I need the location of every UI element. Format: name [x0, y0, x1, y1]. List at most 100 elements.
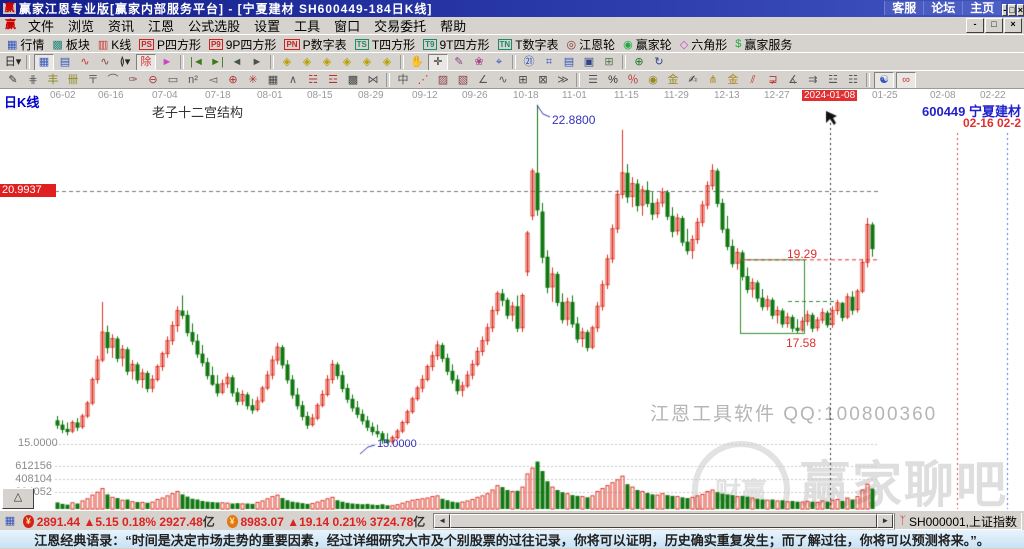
hexagon-button[interactable]: ◇ 六角形 — [676, 36, 731, 52]
expand-pane-button[interactable]: △ — [2, 488, 34, 509]
menu-item-9[interactable]: 帮助 — [433, 19, 473, 34]
triangle-icon[interactable]: ◅ — [204, 73, 222, 88]
main-chart-icon[interactable]: ∿ — [76, 55, 94, 70]
target-tool-icon[interactable]: ⌖ — [490, 55, 508, 70]
gann-diamond-6-icon[interactable]: ◈ — [378, 55, 396, 70]
minimize-button[interactable]: - — [966, 18, 984, 33]
refresh-icon[interactable]: ↻ — [650, 55, 668, 70]
t9-square-button[interactable]: T9 9T四方形 — [419, 36, 493, 52]
golden-section-icon[interactable]: 金 — [664, 73, 682, 88]
scroll-right-icon[interactable]: ► — [877, 514, 894, 528]
channel-icon[interactable]: ⇉ — [804, 73, 822, 88]
first-page-icon[interactable]: |◄ — [188, 55, 206, 70]
polyline-icon[interactable]: ✑ — [124, 73, 142, 88]
menu-item-7[interactable]: 窗口 — [327, 19, 367, 34]
period-label[interactable]: 日K线 — [4, 92, 39, 111]
close-button[interactable]: × — [1004, 18, 1022, 33]
measure-icon[interactable]: ⋈ — [364, 73, 382, 88]
gann-grid-icon[interactable]: ⋕ — [24, 73, 42, 88]
menu-item-2[interactable]: 资讯 — [101, 19, 141, 34]
market-grid-icon[interactable]: ▦ — [1, 514, 19, 529]
shaded-box-icon[interactable]: ▨ — [434, 73, 452, 88]
menu-item-1[interactable]: 浏览 — [61, 19, 101, 34]
sz-index-quote[interactable]: 8983.07 ▲19.14 0.21% 3724.78亿 — [241, 513, 426, 530]
current-symbol-panel[interactable]: ᛉ SH000001,上证指数 — [894, 512, 1023, 530]
chart-export-icon[interactable]: ⊞ — [600, 55, 618, 70]
zoom-tool-icon[interactable]: ❀ — [470, 55, 488, 70]
wave-icon[interactable]: ∿ — [494, 73, 512, 88]
menu-item-5[interactable]: 设置 — [247, 19, 287, 34]
brush-icon[interactable]: ✍ — [684, 73, 702, 88]
gold-box-icon[interactable]: 金 — [724, 73, 742, 88]
golden-circle-icon[interactable]: ◉ — [644, 73, 662, 88]
crosshair-icon[interactable]: ✛ — [428, 53, 448, 71]
gann-diamond-2-icon[interactable]: ◈ — [298, 55, 316, 70]
horizontal-line-icon[interactable]: 〒 — [84, 73, 102, 88]
speed-line-icon[interactable]: ∡ — [784, 73, 802, 88]
hexagram-icon[interactable]: ☰ — [584, 73, 602, 88]
pen-tool-icon[interactable]: ✎ — [450, 55, 468, 70]
t-square-button[interactable]: TS T四方形 — [351, 36, 420, 52]
multi-line-icon[interactable]: ≫ — [554, 73, 572, 88]
time-grid-icon[interactable]: 卌 — [64, 73, 82, 88]
grid-box-icon[interactable]: ▦ — [264, 73, 282, 88]
minimize-button[interactable]: - — [1002, 3, 1008, 16]
gann-diamond-3-icon[interactable]: ◈ — [318, 55, 336, 70]
menu-item-3[interactable]: 江恩 — [141, 19, 181, 34]
kline-window-icon[interactable]: ▦ — [34, 53, 54, 71]
percent-icon[interactable]: % — [604, 73, 622, 88]
t-number-button[interactable]: TN T数字表 — [494, 36, 563, 52]
pitchfork-icon[interactable]: ⋔ — [704, 73, 722, 88]
infinity-icon[interactable]: ∞ — [896, 71, 916, 89]
trigram2-icon[interactable]: ☷ — [844, 73, 862, 88]
horizontal-scrollbar[interactable]: ◄ ► — [433, 513, 895, 529]
parallel-lines-icon[interactable]: ⫽ — [744, 73, 762, 88]
calculator-icon[interactable]: ⌗ — [540, 55, 558, 70]
color-style-icon[interactable]: ► — [158, 55, 176, 70]
gann-diamond-4-icon[interactable]: ◈ — [338, 55, 356, 70]
time-cycle-icon[interactable]: ☵ — [304, 73, 322, 88]
title-link-0[interactable]: 客服 — [884, 1, 924, 15]
dense-grid-icon[interactable]: ▩ — [344, 73, 362, 88]
center-line-icon[interactable]: 中 — [394, 73, 412, 88]
taiji-icon[interactable]: ☯ — [874, 71, 894, 89]
gann-diamond-1-icon[interactable]: ◈ — [278, 55, 296, 70]
shaded-box2-icon[interactable]: ▧ — [454, 73, 472, 88]
title-link-1[interactable]: 论坛 — [923, 1, 963, 15]
info-panel-icon[interactable]: ▤ — [56, 55, 74, 70]
winner-service-button[interactable]: $ 赢家服务 — [731, 36, 796, 52]
scroll-left-icon[interactable]: ◄ — [434, 514, 451, 528]
ellipse-icon[interactable]: ⊖ — [144, 73, 162, 88]
download-data-icon[interactable]: ⊕ — [630, 55, 648, 70]
ex-rights-icon[interactable]: 除 — [136, 53, 156, 71]
menu-item-6[interactable]: 工具 — [287, 19, 327, 34]
drag-hand-icon[interactable]: ✋ — [408, 55, 426, 70]
star-icon[interactable]: ✳ — [244, 73, 262, 88]
fan-lines-icon[interactable]: ⋰ — [414, 73, 432, 88]
pane-splitter[interactable] — [0, 510, 1024, 513]
circle-cross-icon[interactable]: ⊕ — [224, 73, 242, 88]
scrollbar-thumb[interactable] — [450, 514, 878, 528]
rectangle-icon[interactable]: ▭ — [164, 73, 182, 88]
next-page-icon[interactable]: ► — [248, 55, 266, 70]
percent-lines-icon[interactable]: ％ — [624, 73, 642, 88]
gann-wheel-button[interactable]: ◎ 江恩轮 — [563, 36, 620, 52]
calendar-icon[interactable]: ㉑ — [520, 55, 538, 70]
save-icon[interactable]: ▣ — [580, 55, 598, 70]
overlay-chart-icon[interactable]: ∿ — [96, 55, 114, 70]
zigzag-icon[interactable]: ∧ — [284, 73, 302, 88]
title-link-2[interactable]: 主页 — [962, 1, 1002, 15]
f-lines-icon[interactable]: ⋥ — [764, 73, 782, 88]
p9-square-button[interactable]: P9 9P四方形 — [205, 36, 280, 52]
grid-cross-icon[interactable]: ⊠ — [534, 73, 552, 88]
candlestick-chart[interactable] — [0, 89, 1024, 513]
candle-style-button[interactable]: ≬▾ — [116, 55, 134, 70]
close-button[interactable]: × — [1016, 3, 1024, 16]
sector-button[interactable]: ▩ 板块 — [48, 36, 93, 52]
quote-button[interactable]: ▦ 行情 — [3, 36, 48, 52]
restore-button[interactable]: □ — [1008, 3, 1016, 16]
arc-icon[interactable]: ⌒ — [104, 73, 122, 88]
grid-plus-icon[interactable]: ⊞ — [514, 73, 532, 88]
sh-index-quote[interactable]: 2891.44 ▲5.15 0.18% 2927.48亿 — [37, 513, 215, 530]
angle-line-icon[interactable]: ∠ — [474, 73, 492, 88]
